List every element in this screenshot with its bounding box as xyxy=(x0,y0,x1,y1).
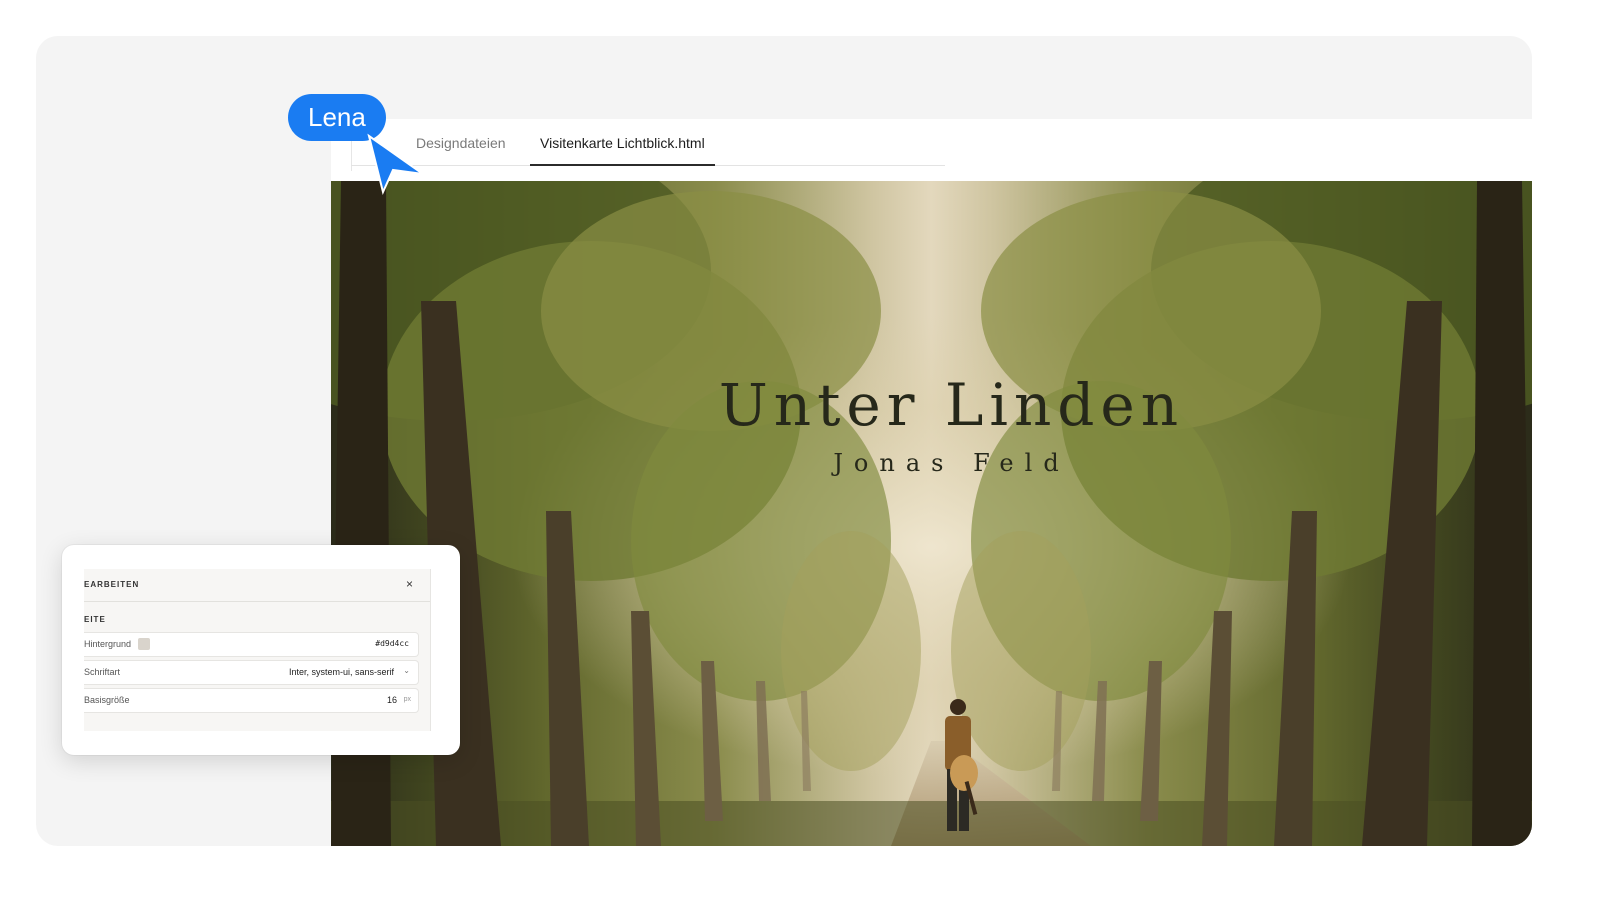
edit-panel-title: EARBEITEN xyxy=(84,580,140,589)
editor-window: Designdateien Visitenkarte Lichtblick.ht… xyxy=(331,119,1532,846)
cover-title: Unter Linden xyxy=(718,371,1185,439)
edit-panel: EARBEITEN × EITE Hintergrund #d9d4cc Sch… xyxy=(62,545,460,755)
font-family-select[interactable]: Schriftart Inter, system-ui, sans-serif … xyxy=(84,660,419,685)
close-icon[interactable]: × xyxy=(406,577,413,591)
background-color-field[interactable]: Hintergrund #d9d4cc xyxy=(84,632,419,657)
forest-alley-image xyxy=(331,181,1532,846)
base-size-unit: px xyxy=(403,696,411,703)
tab-business-card-file[interactable]: Visitenkarte Lichtblick.html xyxy=(530,119,715,166)
chevron-down-icon[interactable]: ⌄ xyxy=(403,666,410,675)
font-value[interactable]: Inter, system-ui, sans-serif xyxy=(289,667,394,677)
color-swatch[interactable] xyxy=(138,638,150,650)
base-size-label: Basisgröße xyxy=(84,695,130,705)
base-size-value[interactable]: 16 xyxy=(387,695,397,705)
collaborator-cursor: Lena xyxy=(288,94,451,204)
cover-artist: Jonas Feld xyxy=(833,449,1070,477)
section-heading: EITE xyxy=(84,615,106,624)
background-label: Hintergrund xyxy=(84,639,132,649)
edit-panel-header: EARBEITEN × xyxy=(84,569,430,602)
base-size-field[interactable]: Basisgröße 16 px xyxy=(84,688,419,713)
preview-canvas[interactable]: Unter Linden Jonas Feld xyxy=(331,181,1532,846)
edit-panel-content: EARBEITEN × EITE Hintergrund #d9d4cc Sch… xyxy=(84,569,431,731)
font-label: Schriftart xyxy=(84,667,121,677)
background-value[interactable]: #d9d4cc xyxy=(375,639,409,648)
cursor-arrow-icon xyxy=(367,133,424,196)
